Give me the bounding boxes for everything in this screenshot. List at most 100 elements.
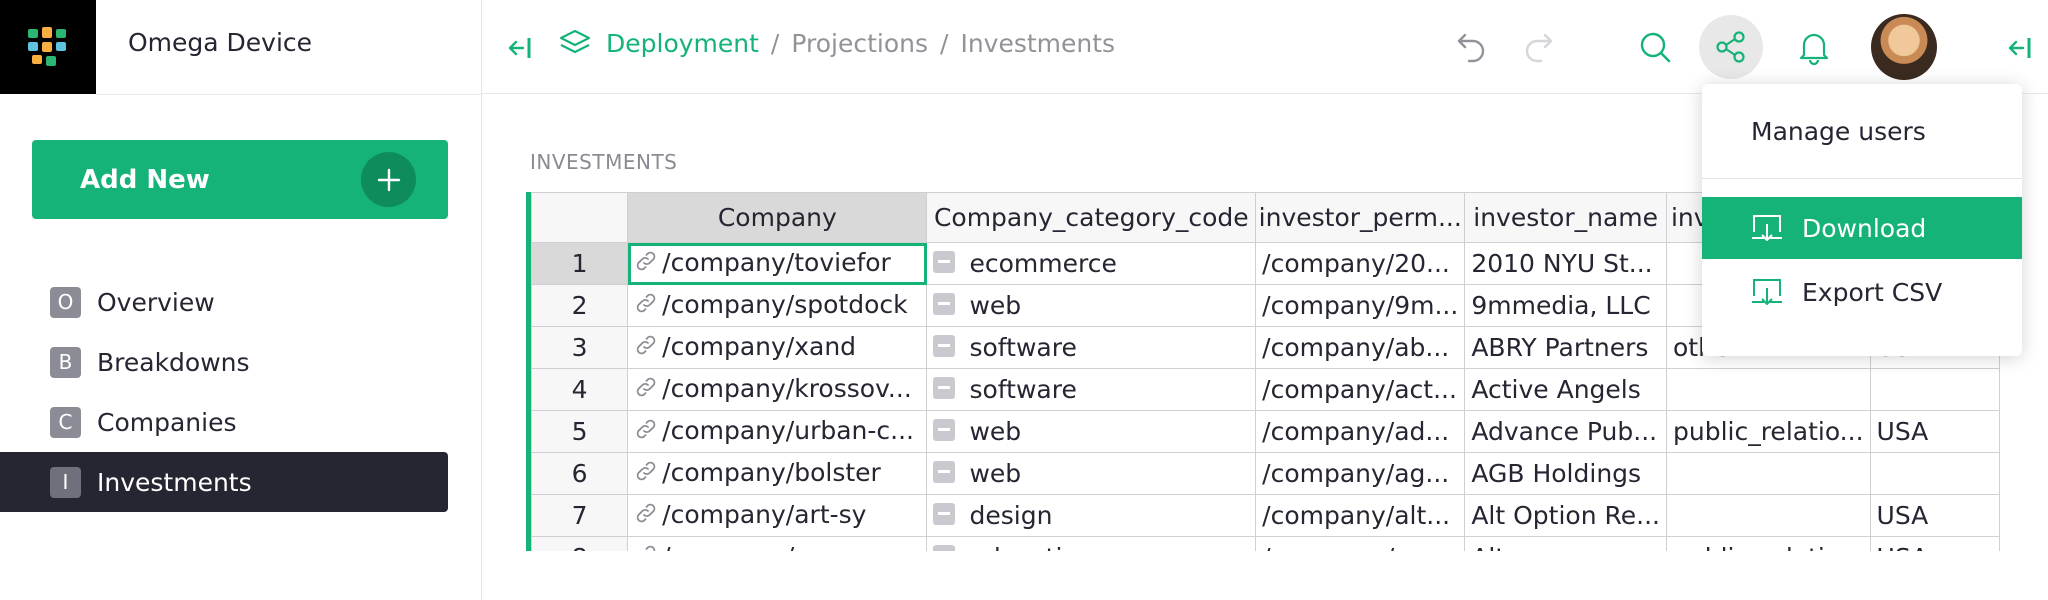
page-item-companies[interactable]: C Companies — [0, 392, 448, 452]
page-initial: C — [50, 406, 81, 438]
category-cell[interactable]: web — [926, 410, 1257, 453]
breadcrumb-page: Investments — [960, 28, 1116, 58]
column-header[interactable]: Company_category_code — [926, 192, 1257, 243]
company-cell[interactable]: /company/bolster — [627, 452, 928, 495]
table-row: 6/company/bolster web/company/ag... AGB Ho… — [531, 452, 2000, 495]
column-header[interactable]: Company — [627, 192, 928, 243]
company-cell[interactable]: /company/... — [627, 536, 928, 551]
page-item-investments[interactable]: I Investments — [0, 452, 448, 512]
investor-name-cell[interactable]: Alt... — [1464, 536, 1667, 551]
permalink-cell[interactable]: /company/9m... — [1255, 284, 1466, 327]
choice-icon — [933, 503, 956, 525]
search-icon[interactable] — [1634, 26, 1676, 68]
investor-name-cell[interactable]: ABRY Partners — [1464, 326, 1667, 369]
country-cell[interactable]: USA — [1869, 494, 2000, 537]
permalink-cell[interactable]: /company/... — [1255, 536, 1466, 551]
cell-text: /company/toviefor — [662, 248, 891, 277]
layers-icon — [558, 28, 592, 58]
permalink-cell[interactable]: /company/ag... — [1255, 452, 1466, 495]
cell-text: /company/krossov... — [662, 374, 912, 403]
add-new-label: Add New — [80, 164, 210, 195]
category-cell[interactable]: web — [926, 284, 1257, 327]
country-cell[interactable] — [1869, 368, 2000, 411]
permalink-cell[interactable]: /company/ab... — [1255, 326, 1466, 369]
category-cell[interactable]: education — [926, 536, 1257, 551]
table-row: 5/company/urban-c... web/company/ad... Adv… — [531, 410, 2000, 453]
row-number[interactable]: 6 — [531, 452, 629, 495]
row-number[interactable]: 5 — [531, 410, 629, 453]
country-cell[interactable]: USA — [1869, 410, 2000, 453]
avatar[interactable] — [1871, 14, 1937, 80]
page-initial: I — [50, 466, 81, 498]
row-number[interactable]: 7 — [531, 494, 629, 537]
row-number[interactable]: 8 — [531, 536, 629, 551]
row-number[interactable]: 3 — [531, 326, 629, 369]
category-cell[interactable]: design — [926, 494, 1257, 537]
link-icon — [634, 375, 658, 405]
collapse-left-icon[interactable] — [502, 30, 538, 66]
breadcrumb-separator: / — [940, 28, 949, 58]
page-item-overview[interactable]: O Overview — [0, 272, 448, 332]
permalink-cell[interactable]: /company/20... — [1255, 242, 1466, 285]
investor-name-cell[interactable]: 9mmedia, LLC — [1464, 284, 1667, 327]
row-number[interactable]: 1 — [531, 242, 629, 285]
country-cell[interactable] — [1869, 452, 2000, 495]
left-panel: Omega Device Add New O Overview B Breakd… — [0, 0, 482, 600]
investor-name-cell[interactable]: 2010 NYU St... — [1464, 242, 1667, 285]
category-cell[interactable]: software — [926, 326, 1257, 369]
row-number[interactable]: 4 — [531, 368, 629, 411]
breadcrumb-workspace[interactable]: Deployment — [606, 29, 759, 58]
logo-icon[interactable] — [0, 0, 96, 94]
manage-users-item[interactable]: Manage users — [1702, 100, 2022, 162]
export-csv-item[interactable]: Export CSV — [1702, 261, 2022, 323]
cell-text: web — [969, 291, 1022, 320]
cell-text: /company/... — [662, 542, 818, 551]
permalink-cell[interactable]: /company/act... — [1255, 368, 1466, 411]
company-cell[interactable]: /company/toviefor — [627, 242, 928, 285]
cell-text: /company/urban-c... — [662, 416, 914, 445]
company-cell[interactable]: /company/art-sy — [627, 494, 928, 537]
bell-icon[interactable] — [1793, 26, 1835, 68]
cell-text: design — [969, 501, 1053, 530]
download-item[interactable]: Download — [1702, 197, 2022, 259]
page-initial: B — [50, 346, 81, 378]
investor-type-cell[interactable] — [1665, 494, 1871, 537]
column-header[interactable]: investor_name — [1464, 192, 1667, 243]
category-cell[interactable]: software — [926, 368, 1257, 411]
menu-item-label: Download — [1802, 213, 1927, 243]
link-icon — [634, 291, 658, 321]
company-cell[interactable]: /company/xand — [627, 326, 928, 369]
column-header[interactable]: investor_perm... — [1255, 192, 1466, 243]
permalink-cell[interactable]: /company/alt... — [1255, 494, 1466, 537]
undo-icon[interactable] — [1452, 26, 1492, 66]
cell-text: /company/art-sy — [662, 500, 867, 529]
permalink-cell[interactable]: /company/ad... — [1255, 410, 1466, 453]
country-cell[interactable]: USA — [1869, 536, 2000, 551]
company-cell[interactable]: /company/krossov... — [627, 368, 928, 411]
choice-icon — [933, 461, 956, 483]
redo-icon[interactable] — [1518, 26, 1558, 66]
add-new-button[interactable]: Add New — [32, 140, 448, 219]
investor-name-cell[interactable]: Advance Pub... — [1464, 410, 1667, 453]
breadcrumb-doc[interactable]: Projections — [791, 29, 928, 58]
table-row: 7/company/art-sy design/company/alt... Alt… — [531, 494, 2000, 537]
cell-text: ecommerce — [969, 249, 1117, 278]
cell-text: /company/xand — [662, 332, 857, 361]
investor-type-cell[interactable]: public_relati... — [1665, 536, 1871, 551]
company-cell[interactable]: /company/urban-c... — [627, 410, 928, 453]
investor-type-cell[interactable] — [1665, 452, 1871, 495]
share-icon[interactable] — [1699, 15, 1763, 79]
page-item-breakdowns[interactable]: B Breakdowns — [0, 332, 448, 392]
investor-name-cell[interactable]: Active Angels — [1464, 368, 1667, 411]
category-cell[interactable]: web — [926, 452, 1257, 495]
investor-type-cell[interactable] — [1665, 368, 1871, 411]
investor-name-cell[interactable]: AGB Holdings — [1464, 452, 1667, 495]
collapse-right-icon[interactable] — [2002, 30, 2038, 66]
company-cell[interactable]: /company/spotdock — [627, 284, 928, 327]
row-number[interactable]: 2 — [531, 284, 629, 327]
choice-icon — [933, 335, 956, 357]
investor-name-cell[interactable]: Alt Option Re... — [1464, 494, 1667, 537]
investor-type-cell[interactable]: public_relatio... — [1665, 410, 1871, 453]
category-cell[interactable]: ecommerce — [926, 242, 1257, 285]
org-name[interactable]: Omega Device — [128, 28, 312, 57]
